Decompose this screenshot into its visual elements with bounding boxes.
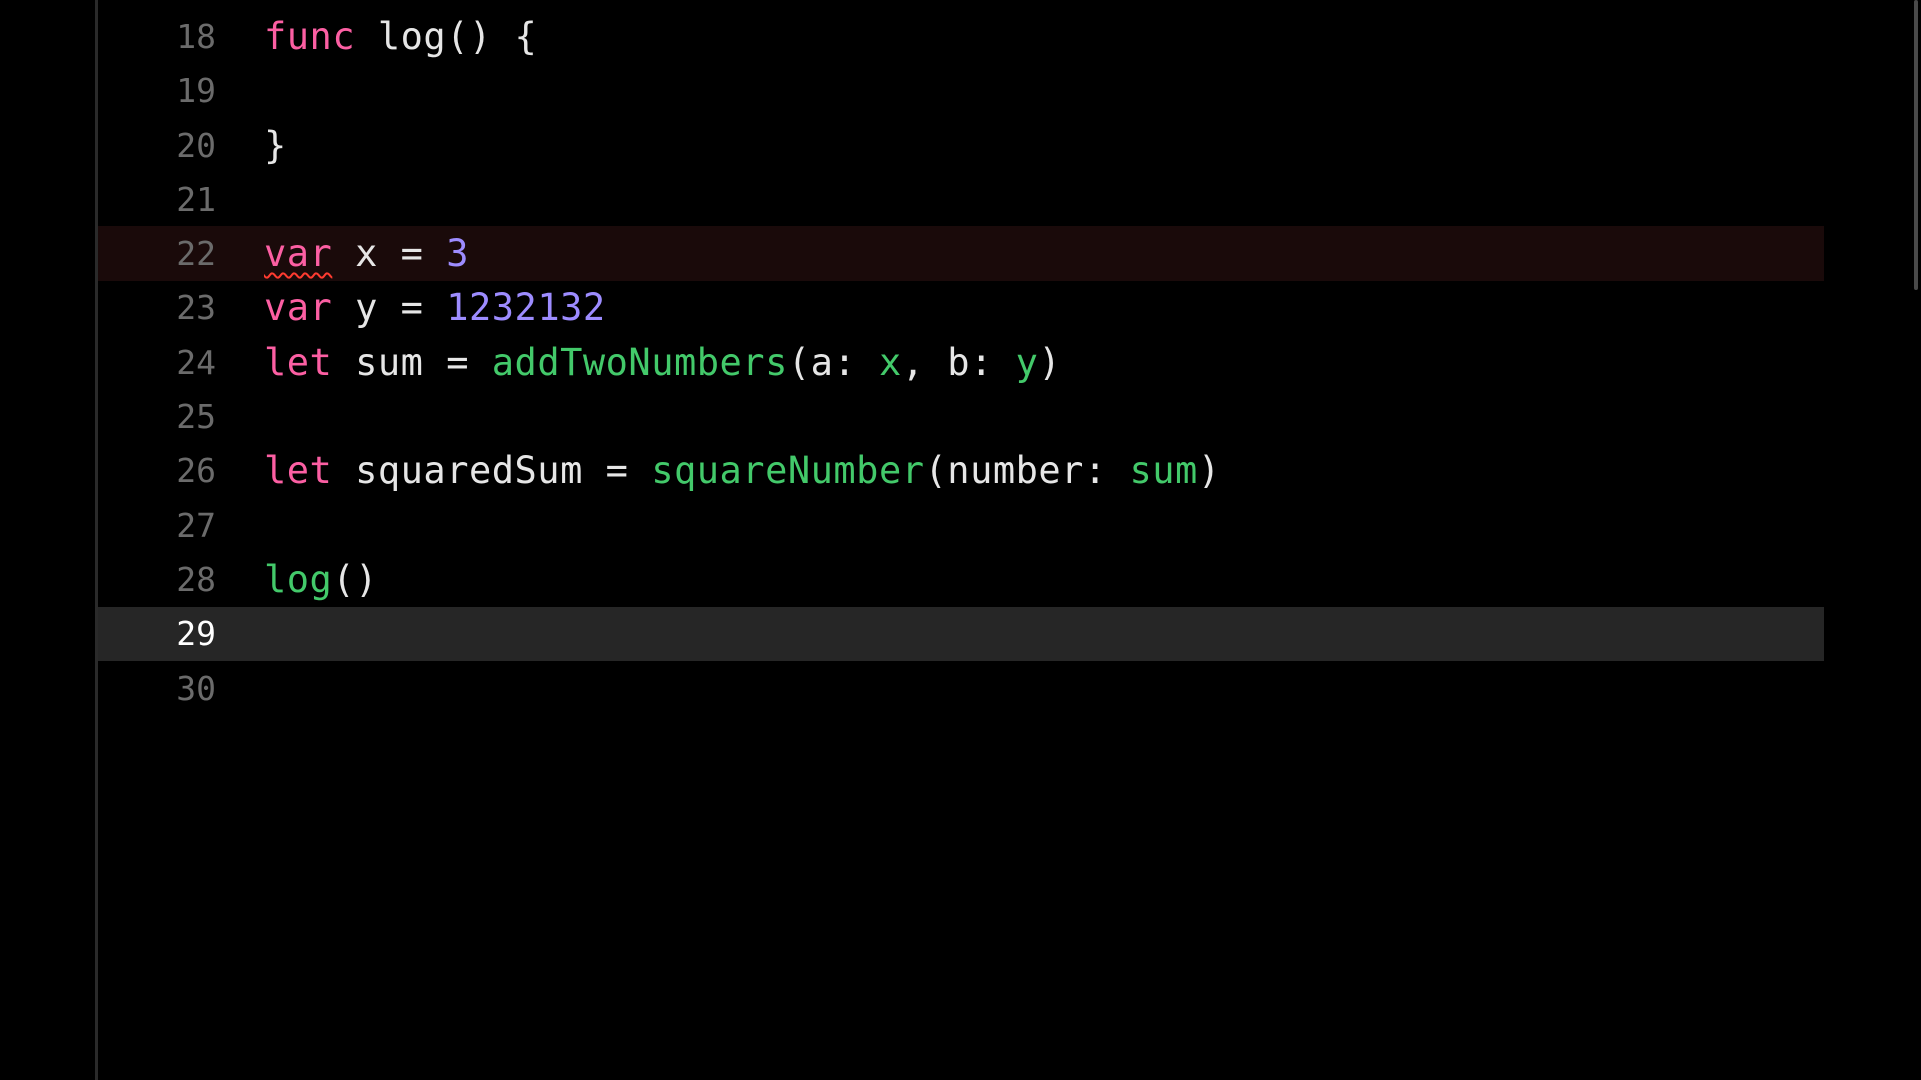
code-line-18[interactable]: 18 func log() { xyxy=(98,9,1824,63)
code-token: ) xyxy=(1038,340,1062,384)
line-number: 21 xyxy=(176,179,216,219)
code-line-22[interactable]: 22 var x = 3 xyxy=(98,226,1824,281)
vertical-scrollbar[interactable] xyxy=(1914,0,1918,290)
line-code[interactable]: } xyxy=(264,124,287,167)
code-token: () xyxy=(332,557,378,601)
code-token: y = xyxy=(332,286,447,330)
code-token: } xyxy=(264,123,287,167)
code-token: let xyxy=(264,449,333,493)
code-token: x xyxy=(878,340,902,384)
code-line-20[interactable]: 20} xyxy=(98,118,1824,172)
code-token: var xyxy=(264,232,333,276)
code-token: addTwoNumbers xyxy=(491,340,788,384)
code-line-29[interactable]: 29 xyxy=(98,606,1824,661)
code-lines[interactable]: 17 18 func log() { 19 20} 21 22 var x = 3 23 var … xyxy=(98,0,1824,715)
code-token: , b: xyxy=(901,340,1016,384)
code-editor[interactable]: 17 18 func log() { 19 20} 21 22 var x = 3 23 var … xyxy=(0,0,1921,1080)
code-line-24[interactable]: 24 let sum = addTwoNumbers(a: x, b: y) xyxy=(98,335,1824,389)
code-token: sum = xyxy=(332,340,492,384)
line-number: 19 xyxy=(176,71,216,111)
code-token: ) xyxy=(1197,449,1221,493)
line-number: 18 xyxy=(176,16,216,56)
code-line-26[interactable]: 26 let squaredSum = squareNumber(number: … xyxy=(98,444,1824,498)
code-line-23[interactable]: 23 var y = 1232132 xyxy=(98,281,1824,335)
code-token: let xyxy=(264,340,333,384)
line-code[interactable]: log() xyxy=(264,558,378,601)
line-number: 30 xyxy=(176,668,216,708)
line-number: 26 xyxy=(176,451,216,491)
code-line-17[interactable]: 17 xyxy=(98,0,1824,9)
code-token: squareNumber xyxy=(651,449,925,493)
code-token: (a: xyxy=(787,340,879,384)
line-code[interactable]: let squaredSum = squareNumber(number: su… xyxy=(264,449,1221,492)
line-number: 25 xyxy=(176,397,216,437)
line-number: 17 xyxy=(98,0,216,2)
line-number: 27 xyxy=(176,505,216,545)
code-token: x = xyxy=(332,232,447,276)
code-line-28[interactable]: 28 log() xyxy=(98,552,1824,606)
line-code[interactable]: let sum = addTwoNumbers(a: x, b: y) xyxy=(264,341,1061,384)
line-code[interactable]: var y = 1232132 xyxy=(264,286,606,329)
code-token: log xyxy=(264,557,333,601)
code-token: 3 xyxy=(446,232,469,276)
line-number: 28 xyxy=(176,559,216,599)
line-number: 20 xyxy=(176,125,216,165)
line-number: 24 xyxy=(176,342,216,382)
code-line-21[interactable]: 21 xyxy=(98,172,1824,226)
line-number: 29 xyxy=(176,614,216,654)
code-token: y xyxy=(1015,340,1039,384)
code-token: squaredSum = xyxy=(332,449,652,493)
line-code[interactable]: var x = 3 xyxy=(264,232,469,275)
code-token: sum xyxy=(1129,449,1198,493)
code-token: (number: xyxy=(924,449,1130,493)
line-number: 22 xyxy=(176,234,216,274)
code-token: 1232132 xyxy=(446,286,606,330)
code-line-27[interactable]: 27 xyxy=(98,498,1824,552)
code-token: log() { xyxy=(355,14,538,58)
code-line-30[interactable]: 30 xyxy=(98,661,1824,715)
code-line-19[interactable]: 19 xyxy=(98,64,1824,118)
code-token: var xyxy=(264,286,333,330)
code-token: func xyxy=(264,14,356,58)
line-number: 23 xyxy=(176,288,216,328)
line-code[interactable]: func log() { xyxy=(264,15,537,58)
code-line-25[interactable]: 25 xyxy=(98,389,1824,443)
